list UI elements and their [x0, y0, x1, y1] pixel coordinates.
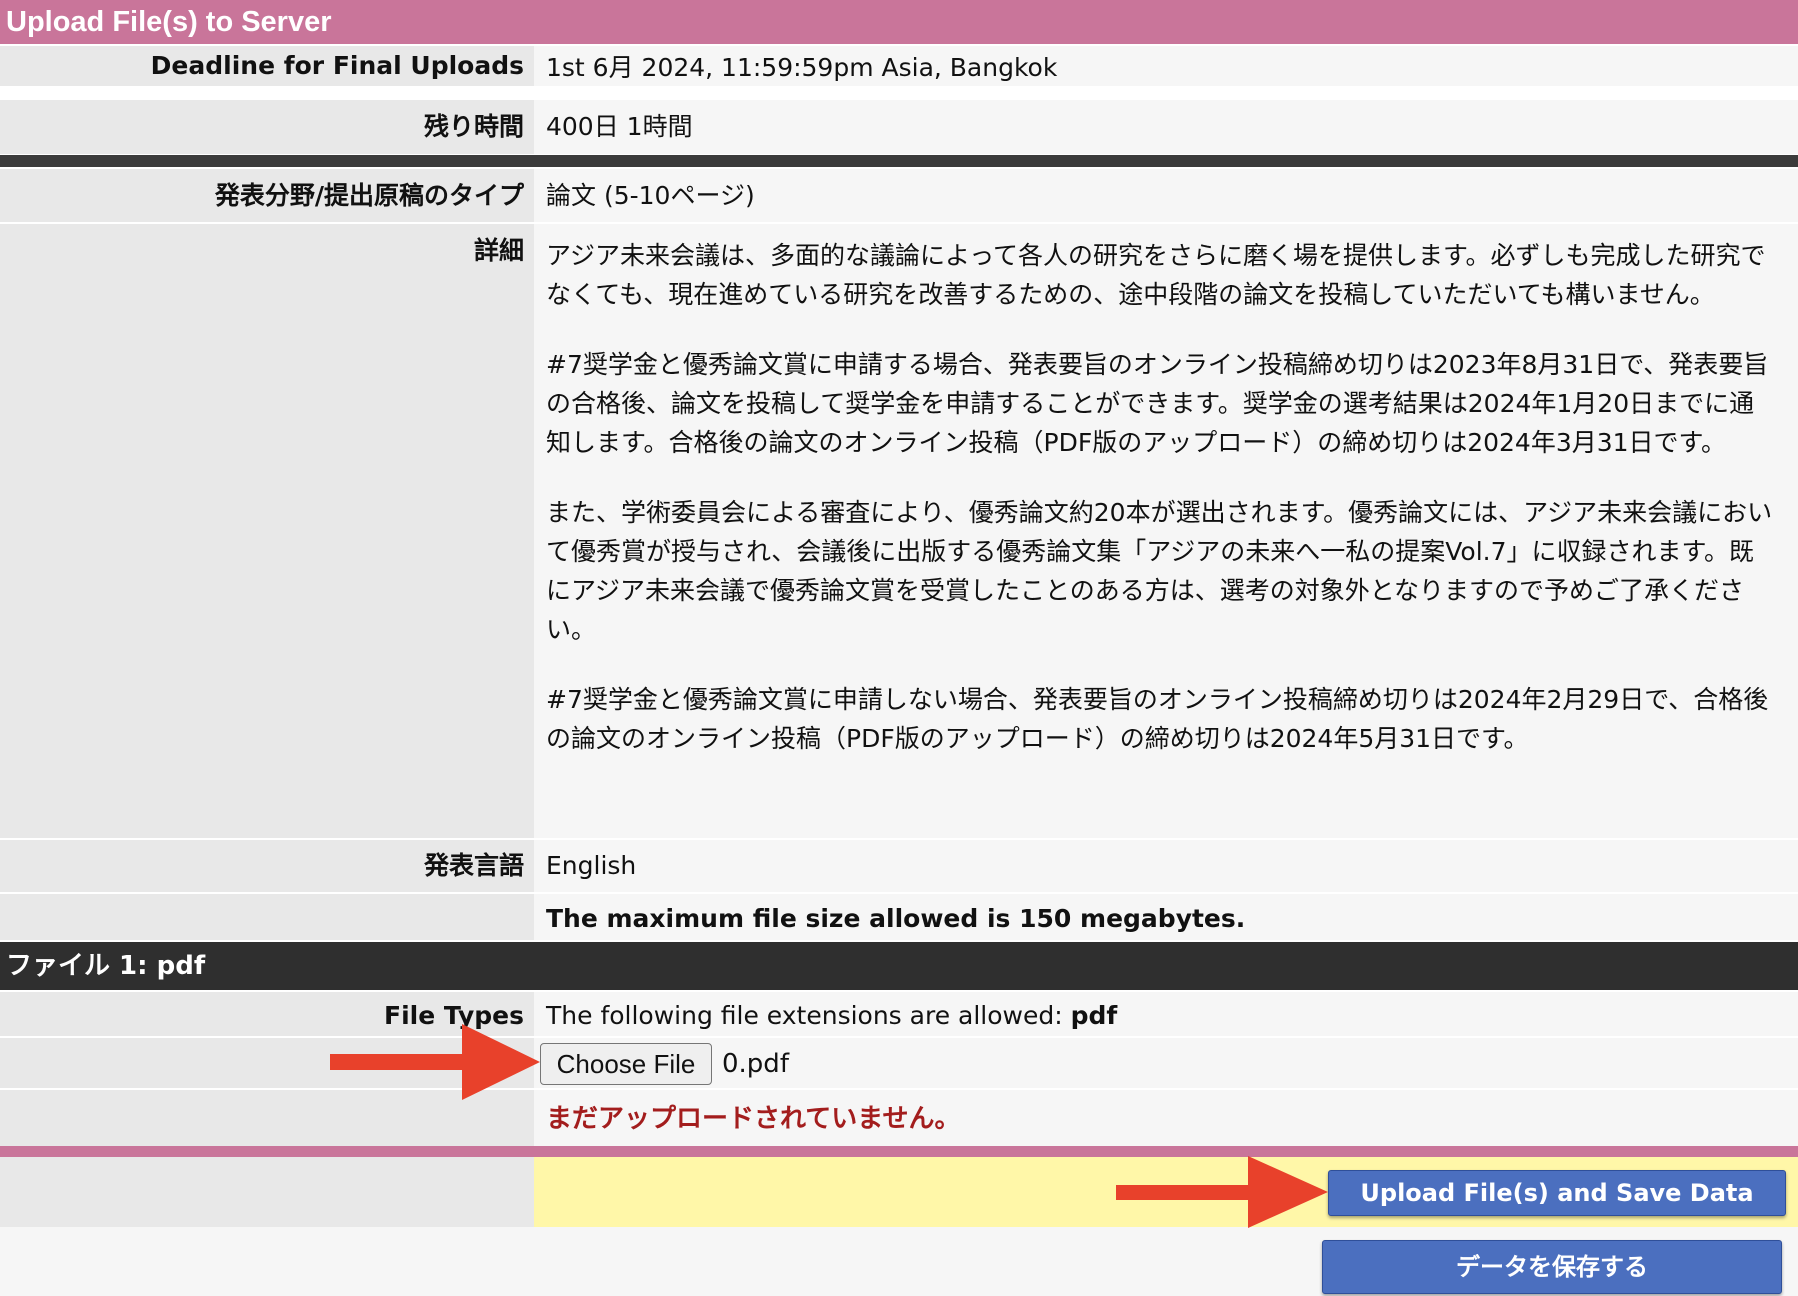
language-row: 発表言語 English [0, 840, 1798, 892]
action-label-cell [0, 1157, 534, 1227]
file-types-row: File Types The following file extensions… [0, 992, 1798, 1036]
language-label: 発表言語 [0, 840, 534, 892]
details-paragraph: アジア未来会議は、多面的な議論によって各人の研究をさらに磨く場を提供します。必ず… [546, 241, 1766, 309]
deadline-value: 1st 6月 2024, 11:59:59pm Asia, Bangkok [534, 46, 1798, 86]
max-size-row: The maximum file size allowed is 150 meg… [0, 894, 1798, 940]
file-types-value: The following file extensions are allowe… [534, 992, 1798, 1036]
arrow-annotation-icon [330, 1024, 540, 1100]
arrow-annotation-icon [1116, 1156, 1328, 1228]
file-types-prefix: The following file extensions are allowe… [546, 1001, 1063, 1030]
upload-page: Upload File(s) to Server Deadline for Fi… [0, 0, 1798, 1296]
type-value: 論文 (5-10ページ) [534, 169, 1798, 222]
type-label: 発表分野/提出原稿のタイプ [0, 169, 534, 222]
chosen-file-name: 0.pdf [722, 1049, 789, 1079]
page-title: Upload File(s) to Server [0, 0, 1798, 44]
type-row: 発表分野/提出原稿のタイプ 論文 (5-10ページ) [0, 169, 1798, 222]
details-paragraph: #7奨学金と優秀論文賞に申請する場合、発表要旨のオンライン投稿締め切りは2023… [546, 350, 1769, 457]
section-divider [0, 155, 1798, 167]
remaining-label: 残り時間 [0, 100, 534, 154]
language-value: English [534, 840, 1798, 892]
details-paragraph: また、学術委員会による審査により、優秀論文約20本が選出されます。優秀論文には、… [546, 498, 1773, 644]
remaining-value: 400日 1時間 [534, 100, 1798, 154]
details-row: 詳細 アジア未来会議は、多面的な議論によって各人の研究をさらに磨く場を提供します… [0, 224, 1798, 838]
file-1-header: ファイル 1: pdf [0, 942, 1798, 990]
choose-file-row [0, 1038, 1798, 1088]
details-text: アジア未来会議は、多面的な議論によって各人の研究をさらに磨く場を提供します。必ず… [534, 224, 1798, 838]
file-types-ext: pdf [1070, 1001, 1118, 1030]
choose-file-button[interactable]: Choose File [540, 1043, 712, 1085]
action-divider [0, 1146, 1798, 1157]
max-size-label-cell [0, 894, 534, 940]
remaining-row: 残り時間 400日 1時間 [0, 100, 1798, 154]
deadline-row: Deadline for Final Uploads 1st 6月 2024, … [0, 46, 1798, 86]
upload-status-text: まだアップロードされていません。 [546, 1104, 961, 1134]
details-label: 詳細 [0, 224, 534, 838]
upload-save-button[interactable]: Upload File(s) and Save Data [1328, 1170, 1786, 1216]
save-data-button[interactable]: データを保存する [1322, 1240, 1782, 1294]
deadline-label: Deadline for Final Uploads [0, 46, 534, 86]
details-paragraph: #7奨学金と優秀論文賞に申請しない場合、発表要旨のオンライン投稿締め切りは202… [546, 685, 1769, 753]
max-size-text: The maximum file size allowed is 150 meg… [534, 894, 1798, 940]
